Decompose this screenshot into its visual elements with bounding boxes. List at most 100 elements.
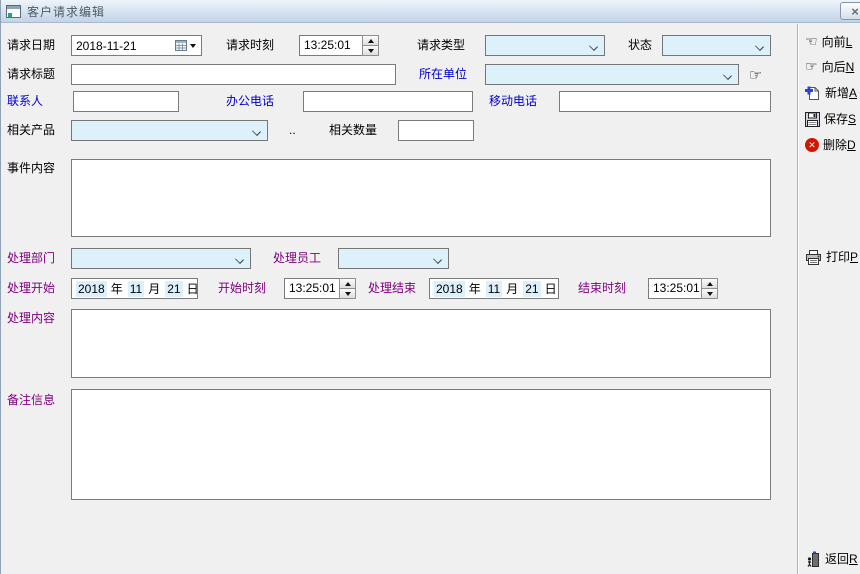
chevron-down-icon (590, 42, 598, 50)
day-segment[interactable]: 21 (165, 281, 182, 297)
dots-text: .. (289, 120, 296, 141)
day-segment[interactable]: 21 (523, 281, 540, 297)
quantity-input[interactable] (398, 120, 474, 141)
return-shortcut: R (849, 552, 858, 566)
start-time-label: 开始时刻 (218, 278, 266, 299)
dept-label: 处理部门 (7, 248, 55, 269)
status-label: 状态 (628, 35, 652, 56)
print-button[interactable]: 打印P (805, 248, 860, 266)
request-time-spinner[interactable]: 13:25:01 (299, 35, 379, 56)
process-content-memo[interactable] (71, 309, 771, 378)
triangle-up-icon (368, 39, 374, 43)
office-phone-input[interactable] (303, 91, 473, 112)
request-title-input[interactable] (71, 64, 396, 85)
month-unit: 月 (148, 280, 160, 297)
next-button-label: 向后 (822, 60, 846, 74)
dept-combobox[interactable] (71, 248, 251, 269)
process-end-date-field[interactable]: 2018 年 11 月 21 日 (429, 278, 559, 299)
spin-up-button[interactable] (339, 278, 356, 289)
spin-down-button[interactable] (701, 289, 718, 299)
delete-button[interactable]: ✕ 删除D (805, 136, 860, 154)
unit-label: 所在单位 (419, 64, 467, 85)
year-unit: 年 (469, 280, 481, 297)
vertical-separator-highlight (798, 24, 799, 574)
add-shortcut: A (849, 86, 857, 100)
triangle-down-icon (707, 292, 713, 296)
save-button[interactable]: 保存S (805, 110, 860, 128)
save-button-label: 保存 (824, 112, 848, 126)
unit-combobox[interactable] (485, 64, 739, 85)
status-combobox[interactable] (662, 35, 771, 56)
event-content-memo[interactable] (71, 159, 771, 237)
triangle-up-icon (345, 282, 351, 286)
request-type-combobox[interactable] (485, 35, 605, 56)
contact-label: 联系人 (7, 91, 43, 112)
triangle-down-icon (368, 49, 374, 53)
close-button[interactable]: × (840, 2, 860, 20)
spin-up-button[interactable] (701, 278, 718, 289)
product-label: 相关产品 (7, 120, 55, 141)
return-exit-icon (805, 551, 821, 567)
request-date-field[interactable]: 2018-11-21 (71, 35, 202, 56)
start-time-value: 13:25:01 (284, 278, 339, 299)
event-content-label: 事件内容 (7, 158, 55, 179)
customer-request-edit-window: 客户请求编辑 × 请求日期 2018-11-21 请求时刻 13:25:01 请… (0, 0, 860, 574)
return-button[interactable]: 返回R (805, 550, 860, 568)
next-shortcut: N (846, 60, 855, 74)
product-combobox[interactable] (71, 120, 268, 141)
office-phone-label: 办公电话 (226, 91, 274, 112)
delete-icon: ✕ (805, 138, 819, 152)
request-date-value: 2018-11-21 (72, 39, 170, 53)
staff-combobox[interactable] (338, 248, 449, 269)
process-content-label: 处理内容 (7, 308, 55, 329)
return-button-label: 返回 (825, 552, 849, 566)
chevron-down-icon (434, 255, 442, 263)
window-icon (6, 5, 21, 18)
mobile-phone-input[interactable] (559, 91, 771, 112)
new-doc-icon (805, 85, 821, 101)
hand-left-icon: ☜ (805, 35, 818, 49)
remark-memo[interactable] (71, 389, 771, 500)
triangle-up-icon (707, 282, 713, 286)
add-button[interactable]: 新增A (805, 84, 860, 102)
chevron-down-icon (724, 71, 732, 79)
request-time-label: 请求时刻 (226, 35, 274, 56)
year-unit: 年 (111, 280, 123, 297)
delete-shortcut: D (847, 138, 856, 152)
spin-down-button[interactable] (339, 289, 356, 299)
contact-input[interactable] (73, 91, 179, 112)
triangle-down-icon (345, 292, 351, 296)
window-title: 客户请求编辑 (27, 3, 105, 20)
save-shortcut: S (848, 112, 856, 126)
next-button[interactable]: ☞ 向后N (805, 58, 860, 76)
day-unit: 日 (545, 280, 557, 297)
request-type-label: 请求类型 (417, 35, 465, 56)
chevron-down-icon (190, 44, 196, 48)
spin-up-button[interactable] (362, 35, 379, 46)
process-start-date-field[interactable]: 2018 年 11 月 21 日 (71, 278, 198, 299)
spin-down-button[interactable] (362, 46, 379, 56)
year-segment[interactable]: 2018 (76, 281, 107, 297)
staff-label: 处理员工 (273, 248, 321, 269)
add-button-label: 新增 (825, 86, 849, 100)
delete-button-label: 删除 (823, 138, 847, 152)
remark-label: 备注信息 (7, 390, 55, 411)
process-end-label: 处理结束 (368, 278, 416, 299)
prev-button-label: 向前 (822, 35, 846, 49)
chevron-down-icon (756, 42, 764, 50)
prev-shortcut: L (846, 35, 853, 49)
calendar-dropdown-button[interactable] (170, 40, 201, 51)
request-date-label: 请求日期 (7, 35, 55, 56)
day-unit: 日 (187, 280, 199, 297)
prev-button[interactable]: ☜ 向前L (805, 33, 860, 51)
hand-right-icon: ☞ (805, 60, 818, 74)
unit-lookup-hand-icon[interactable]: ☞ (749, 66, 762, 84)
start-time-spinner[interactable]: 13:25:01 (284, 278, 356, 299)
month-segment[interactable]: 11 (128, 281, 144, 297)
year-segment[interactable]: 2018 (434, 281, 465, 297)
month-segment[interactable]: 11 (486, 281, 502, 297)
quantity-label: 相关数量 (329, 120, 377, 141)
titlebar: 客户请求编辑 × (1, 0, 860, 23)
end-time-spinner[interactable]: 13:25:01 (648, 278, 718, 299)
mobile-phone-label: 移动电话 (489, 91, 537, 112)
